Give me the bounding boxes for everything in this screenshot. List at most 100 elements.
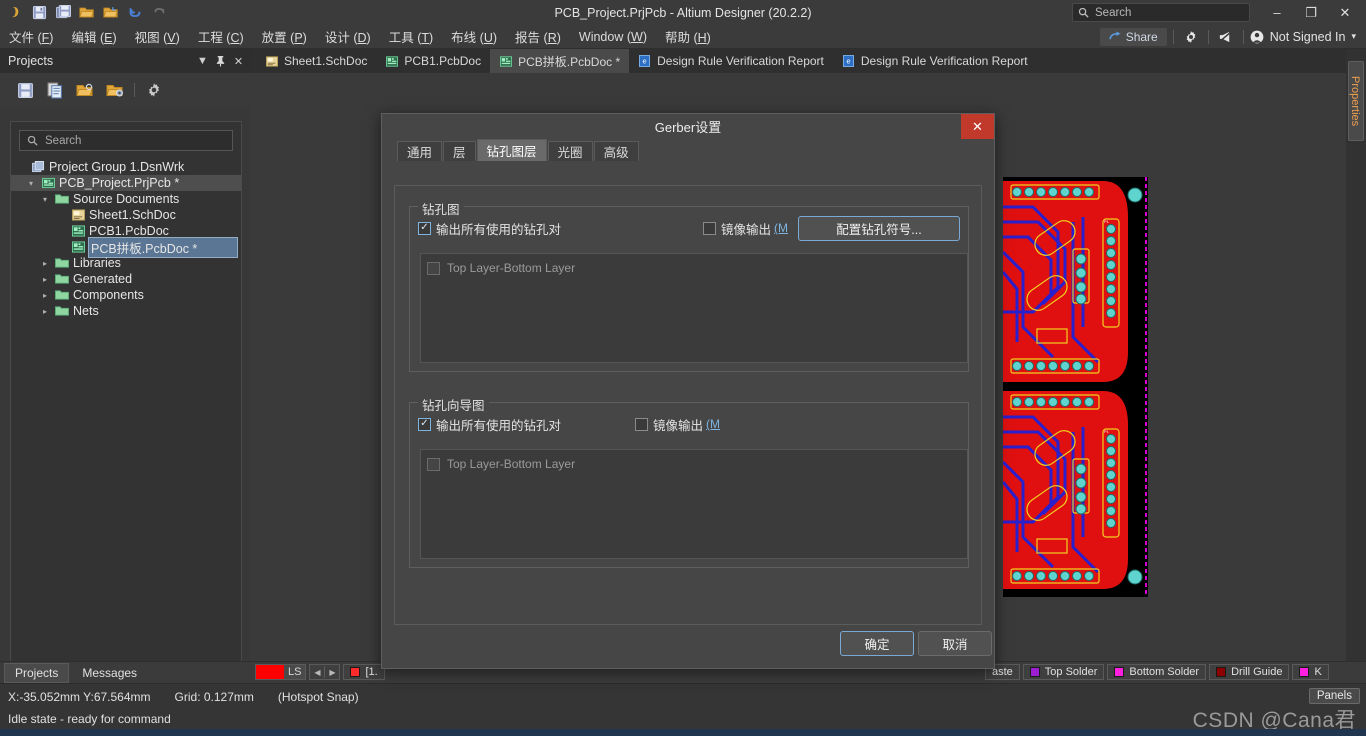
projects-search-input[interactable]: Search xyxy=(19,130,233,151)
menu-help[interactable]: 帮助 (H) xyxy=(656,25,720,48)
open-icon[interactable] xyxy=(76,2,98,24)
twisty[interactable]: ▸ xyxy=(39,291,51,300)
pin-icon[interactable] xyxy=(213,52,228,70)
chevron-down-icon[interactable]: ▼ xyxy=(195,52,210,70)
menu-tools[interactable]: 工具 (T) xyxy=(380,25,442,48)
open-project-icon[interactable] xyxy=(100,2,122,24)
output-all-drill-pairs-label: 输出所有使用的钻孔对 xyxy=(436,219,561,238)
status-bar: X:-35.052mm Y:67.564mm Grid: 0.127mm (Ho… xyxy=(0,683,1366,709)
tab-layers[interactable]: 层 xyxy=(443,141,476,161)
drill-drawing-layer-pairs-list[interactable]: Top Layer-Bottom Layer xyxy=(420,253,968,363)
copy-icon[interactable] xyxy=(44,79,66,101)
twisty[interactable]: ▾ xyxy=(39,195,51,204)
panel-tab-messages[interactable]: Messages xyxy=(71,663,148,683)
undo-icon[interactable] xyxy=(124,2,146,24)
tree-item-pcb-panel-pcbdoc[interactable]: PCB拼板.PcbDoc * xyxy=(11,239,237,255)
layer-chip-top-solder[interactable]: Top Solder xyxy=(1023,664,1105,680)
twisty[interactable]: ▸ xyxy=(39,275,51,284)
altium-logo-icon[interactable] xyxy=(4,2,26,24)
menu-edit[interactable]: 编辑 (E) xyxy=(62,25,125,48)
cancel-button[interactable]: 取消 xyxy=(918,631,992,656)
save-icon[interactable] xyxy=(14,79,36,101)
list-item[interactable]: Top Layer-Bottom Layer xyxy=(421,454,967,474)
projects-panel-title: Projects xyxy=(8,54,53,68)
properties-panel-tab[interactable]: Properties xyxy=(1348,61,1364,141)
panel-tab-projects[interactable]: Projects xyxy=(4,663,69,683)
menu-window[interactable]: Window (W) xyxy=(570,28,656,46)
open-project-icon[interactable] xyxy=(74,79,96,101)
gerber-setup-dialog[interactable]: Gerber设置 ✕ 通用 层 钻孔图层 光圈 高级 钻孔图 xyxy=(381,113,995,669)
layer-next-button[interactable]: ▶ xyxy=(325,665,339,679)
doc-tab-sheet1-schdoc[interactable]: Sheet1.SchDoc xyxy=(256,49,376,73)
close-icon[interactable]: ✕ xyxy=(231,52,246,70)
output-all-drill-pairs-guide-checkbox[interactable] xyxy=(418,418,431,431)
dialog-close-button[interactable]: ✕ xyxy=(961,114,994,139)
tab-drill-drawing[interactable]: 钻孔图层 xyxy=(477,139,547,161)
restore-button[interactable]: ❐ xyxy=(1294,0,1328,25)
save-icon[interactable] xyxy=(28,2,50,24)
menu-project[interactable]: 工程 (C) xyxy=(189,25,253,48)
layer-chip-bottom-solder[interactable]: Bottom Solder xyxy=(1107,664,1206,680)
share-arrow-icon xyxy=(1109,31,1121,42)
layer-prev-button[interactable]: ◀ xyxy=(310,665,324,679)
tab-general[interactable]: 通用 xyxy=(397,141,442,161)
mirror-output-guide-checkbox[interactable] xyxy=(635,418,648,431)
global-search-box[interactable]: Search xyxy=(1072,3,1250,22)
projects-panel: Projects ▼ ✕ xyxy=(0,49,250,661)
panels-button[interactable]: Panels xyxy=(1309,688,1360,704)
tree-item-source-documents[interactable]: ▾ Source Documents xyxy=(11,191,241,207)
mirror-output-accesskey: (M xyxy=(774,221,788,235)
layer-tab-strip-right: aste Top Solder Bottom Solder Drill Guid… xyxy=(985,661,1329,683)
tree-item-workspace[interactable]: Project Group 1.DsnWrk xyxy=(11,159,241,175)
twisty[interactable]: ▸ xyxy=(39,259,51,268)
drill-guide-layer-pairs-list[interactable]: Top Layer-Bottom Layer xyxy=(420,449,968,559)
tree-item-sheet1-schdoc[interactable]: Sheet1.SchDoc xyxy=(11,207,241,223)
doc-tab-pcb1-pcbdoc[interactable]: PCB1.PcbDoc xyxy=(376,49,490,73)
doc-tab-pcb-panel-pcbdoc[interactable]: PCB拼板.PcbDoc * xyxy=(490,49,629,73)
title-bar-right: Search – ❐ ✕ xyxy=(1072,0,1366,25)
tree-item-libraries[interactable]: ▸ Libraries xyxy=(11,255,241,271)
layer-pair-checkbox[interactable] xyxy=(427,458,440,471)
close-window-button[interactable]: ✕ xyxy=(1328,0,1362,25)
menu-file[interactable]: 文件 (F) xyxy=(0,25,62,48)
output-all-drill-pairs-checkbox[interactable] xyxy=(418,222,431,235)
tab-apertures[interactable]: 光圈 xyxy=(548,141,593,161)
pcb-board-artwork[interactable]: P1P1 xyxy=(1003,177,1148,597)
menu-view[interactable]: 视图 (V) xyxy=(126,25,189,48)
tree-item-label: Nets xyxy=(73,304,99,318)
megaphone-icon[interactable] xyxy=(1215,27,1237,47)
gear-icon[interactable] xyxy=(1180,27,1202,47)
account-button[interactable]: Not Signed In ▾ xyxy=(1250,30,1360,44)
list-item[interactable]: Top Layer-Bottom Layer xyxy=(421,258,967,278)
menu-place[interactable]: 放置 (P) xyxy=(253,25,316,48)
layer-pair-checkbox[interactable] xyxy=(427,262,440,275)
tree-item-label: Sheet1.SchDoc xyxy=(89,208,176,222)
tree-item-components[interactable]: ▸ Components xyxy=(11,287,241,303)
folder-icon xyxy=(55,257,69,270)
project-options-icon[interactable] xyxy=(104,79,126,101)
tab-advanced[interactable]: 高级 xyxy=(594,141,639,161)
ok-button[interactable]: 确定 xyxy=(840,631,914,656)
share-button[interactable]: Share xyxy=(1100,28,1167,46)
layer-chip-drill-guide[interactable]: Drill Guide xyxy=(1209,664,1289,680)
save-all-icon[interactable] xyxy=(52,2,74,24)
dialog-tab-strip: 通用 层 钻孔图层 光圈 高级 xyxy=(382,139,994,161)
tree-item-project[interactable]: ▾ PCB_Project.PrjPcb * xyxy=(11,175,241,191)
menu-route[interactable]: 布线 (U) xyxy=(442,25,506,48)
doc-tab-drv-report-1[interactable]: e Design Rule Verification Report xyxy=(629,49,833,73)
layer-chip-top-layer[interactable]: [1. xyxy=(343,664,384,680)
menu-reports[interactable]: 报告 (R) xyxy=(506,25,570,48)
minimize-button[interactable]: – xyxy=(1260,0,1294,25)
menu-design[interactable]: 设计 (D) xyxy=(316,25,380,48)
current-layer-swatch[interactable]: LS xyxy=(255,664,306,680)
layer-chip-keepout[interactable]: K xyxy=(1292,664,1328,680)
mirror-output-checkbox[interactable] xyxy=(703,222,716,235)
gear-icon[interactable] xyxy=(143,79,165,101)
doc-tab-drv-report-2[interactable]: e Design Rule Verification Report xyxy=(833,49,1037,73)
configure-drill-symbols-button[interactable]: 配置钻孔符号... xyxy=(798,216,960,241)
twisty[interactable]: ▾ xyxy=(25,179,37,188)
tree-item-nets[interactable]: ▸ Nets xyxy=(11,303,241,319)
twisty[interactable]: ▸ xyxy=(39,307,51,316)
tree-item-generated[interactable]: ▸ Generated xyxy=(11,271,241,287)
dialog-footer: 确定 取消 xyxy=(382,624,994,668)
